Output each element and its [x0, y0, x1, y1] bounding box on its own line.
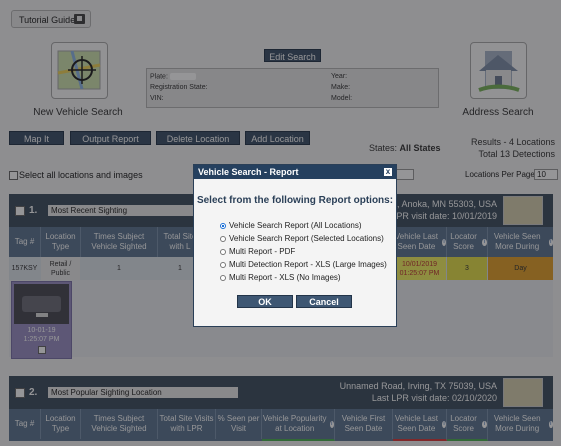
report-option-all-locations[interactable]: Vehicle Search Report (All Locations)	[220, 221, 362, 230]
radio-button[interactable]	[220, 274, 226, 281]
report-option-multi-detection-xls[interactable]: Multi Detection Report - XLS (Large Imag…	[220, 260, 387, 269]
report-option-multi-pdf[interactable]: Multi Report - PDF	[220, 247, 295, 256]
report-option-selected-locations[interactable]: Vehicle Search Report (Selected Location…	[220, 234, 384, 243]
dialog-title: Vehicle Search - Report x	[194, 165, 396, 179]
report-option-multi-xls-no-images[interactable]: Multi Report - XLS (No Images)	[220, 273, 341, 282]
ok-button[interactable]: OK	[237, 295, 293, 308]
dialog-heading: Select from the following Report options…	[196, 195, 394, 206]
cancel-button[interactable]: Cancel	[296, 295, 352, 308]
report-dialog: Vehicle Search - Report x Select from th…	[193, 164, 397, 327]
radio-button[interactable]	[220, 261, 226, 268]
radio-button[interactable]	[220, 235, 226, 242]
radio-button[interactable]	[220, 248, 226, 255]
close-icon[interactable]: x	[384, 168, 392, 176]
radio-button[interactable]	[220, 222, 226, 229]
